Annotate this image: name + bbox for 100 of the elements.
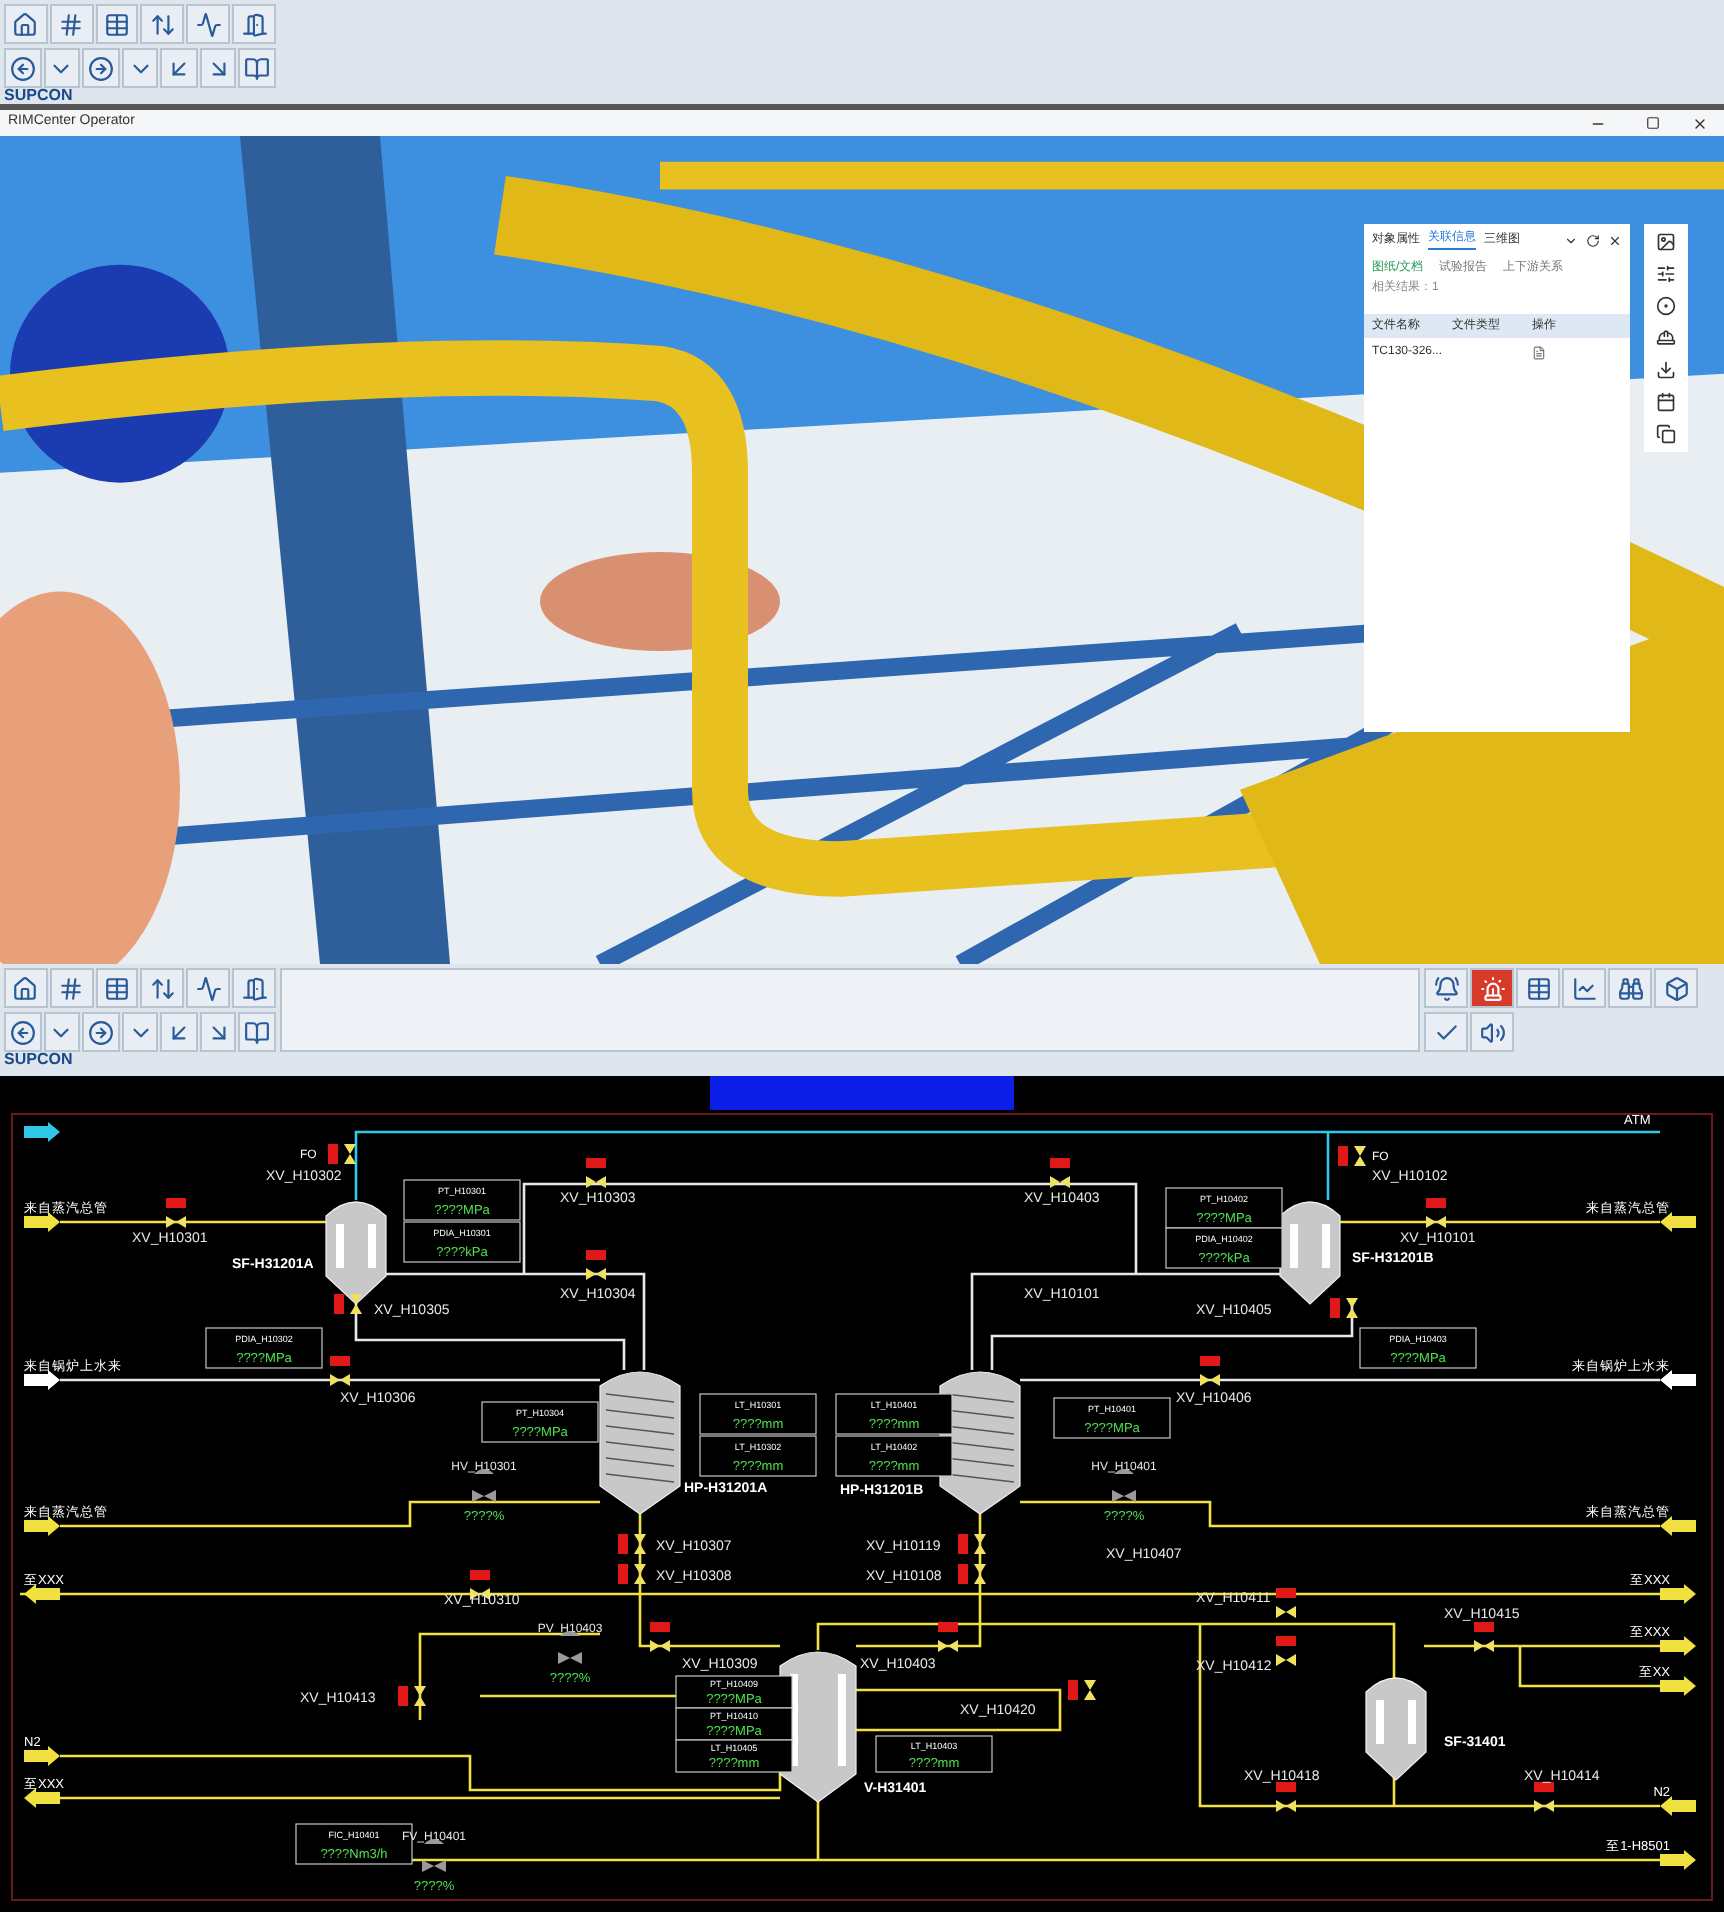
caret-icon[interactable] — [121, 48, 159, 88]
valve-icon[interactable] — [350, 1294, 362, 1314]
readout-frame — [1165, 1187, 1283, 1229]
sliders-icon[interactable] — [1656, 264, 1676, 284]
forward-icon[interactable] — [82, 1012, 120, 1052]
valve-icon[interactable] — [1276, 1654, 1296, 1666]
control-valve-icon[interactable] — [1112, 1469, 1136, 1502]
valve-icon[interactable] — [166, 1216, 186, 1228]
image-icon[interactable] — [1656, 232, 1676, 252]
tank-shape — [325, 1201, 387, 1305]
hash-icon[interactable] — [49, 968, 94, 1008]
flow-arrow — [1660, 1636, 1696, 1656]
valve-icon[interactable] — [1084, 1680, 1096, 1700]
valve-icon[interactable] — [330, 1374, 350, 1386]
flow-arrow — [1660, 1584, 1696, 1604]
hash-icon[interactable] — [49, 4, 94, 44]
readout-frame — [675, 1739, 793, 1773]
book-icon[interactable] — [238, 1012, 277, 1052]
readout-frame — [403, 1179, 521, 1221]
caret-icon[interactable] — [43, 48, 81, 88]
status-indicator — [1474, 1622, 1494, 1632]
trend-icon[interactable] — [186, 968, 231, 1008]
status-indicator — [328, 1144, 338, 1164]
sort-icon[interactable] — [140, 968, 185, 1008]
download-icon[interactable] — [1656, 360, 1676, 380]
exit-icon[interactable] — [232, 968, 276, 1008]
valve-icon[interactable] — [1474, 1640, 1494, 1652]
flow-arrow — [1660, 1370, 1696, 1390]
table-icon[interactable] — [95, 4, 139, 44]
caret-icon[interactable] — [121, 1012, 159, 1052]
tank-shape — [1365, 1677, 1427, 1781]
check-icon[interactable] — [1424, 1012, 1468, 1052]
status-indicator — [1276, 1782, 1296, 1792]
valve-icon[interactable] — [938, 1640, 958, 1652]
target-icon[interactable] — [1656, 296, 1676, 316]
status-indicator — [1276, 1636, 1296, 1646]
flow-arrow — [24, 1122, 60, 1142]
logo: SUPCON — [2, 1052, 75, 1068]
back-icon[interactable] — [4, 1012, 42, 1052]
binoculars-icon[interactable] — [1608, 968, 1652, 1008]
copy-icon[interactable] — [1656, 424, 1676, 444]
forward-icon[interactable] — [82, 48, 120, 88]
valve-icon[interactable] — [1200, 1374, 1220, 1386]
back-icon[interactable] — [4, 48, 42, 88]
status-indicator — [586, 1158, 606, 1168]
calendar-icon[interactable] — [1656, 392, 1676, 412]
status-indicator — [1426, 1198, 1446, 1208]
readout-frame — [675, 1707, 793, 1741]
sort-icon[interactable] — [140, 4, 185, 44]
control-valve-icon[interactable] — [558, 1631, 582, 1664]
flow-arrow — [1660, 1850, 1696, 1870]
helmet-icon[interactable] — [1656, 328, 1676, 348]
status-indicator — [938, 1622, 958, 1632]
valve-icon[interactable] — [586, 1176, 606, 1188]
valve-icon[interactable] — [650, 1640, 670, 1652]
status-indicator — [166, 1198, 186, 1208]
valve-icon[interactable] — [344, 1144, 356, 1164]
valve-icon[interactable] — [1354, 1146, 1366, 1166]
collapse-icon — [1564, 233, 1578, 247]
status-indicator — [1050, 1158, 1070, 1168]
exit-icon[interactable] — [232, 4, 276, 44]
table-icon[interactable] — [95, 968, 139, 1008]
alarm-icon[interactable] — [1470, 968, 1514, 1008]
readout-frame — [675, 1675, 793, 1709]
readout-frame — [1359, 1327, 1477, 1369]
valve-icon[interactable] — [414, 1686, 426, 1706]
readout-frame — [875, 1735, 993, 1773]
trend-icon[interactable] — [186, 4, 231, 44]
control-valve-icon[interactable] — [422, 1839, 446, 1872]
valve-icon[interactable] — [1426, 1216, 1446, 1228]
bell-icon[interactable] — [1424, 968, 1468, 1008]
table-icon[interactable] — [1516, 968, 1560, 1008]
valve-icon[interactable] — [1276, 1606, 1296, 1618]
readout-frame — [835, 1435, 953, 1477]
readout-frame — [403, 1221, 521, 1263]
valve-icon[interactable] — [1276, 1800, 1296, 1812]
valve-icon[interactable] — [1346, 1298, 1358, 1318]
control-valve-icon[interactable] — [472, 1469, 496, 1502]
speaker-icon[interactable] — [1470, 1012, 1514, 1052]
home-icon[interactable] — [4, 4, 48, 44]
cube-icon[interactable] — [1654, 968, 1698, 1008]
status-indicator — [470, 1570, 490, 1580]
readout-frame — [835, 1393, 953, 1435]
home-icon[interactable] — [4, 968, 48, 1008]
flow-arrow — [24, 1516, 60, 1536]
close-icon — [1608, 233, 1622, 247]
logo: SUPCON — [2, 88, 75, 104]
book-icon[interactable] — [238, 48, 277, 88]
flow-arrow — [24, 1746, 60, 1766]
caret-icon[interactable] — [43, 1012, 81, 1052]
refresh-icon — [1586, 233, 1600, 247]
flow-arrow — [1660, 1796, 1696, 1816]
valve-icon[interactable] — [1050, 1176, 1070, 1188]
valve-icon[interactable] — [1534, 1800, 1554, 1812]
status-indicator — [1068, 1680, 1078, 1700]
readout-frame — [1053, 1397, 1171, 1439]
flow-arrow — [1660, 1516, 1696, 1536]
status-indicator — [398, 1686, 408, 1706]
valve-icon[interactable] — [586, 1268, 606, 1280]
chart-icon[interactable] — [1562, 968, 1606, 1008]
